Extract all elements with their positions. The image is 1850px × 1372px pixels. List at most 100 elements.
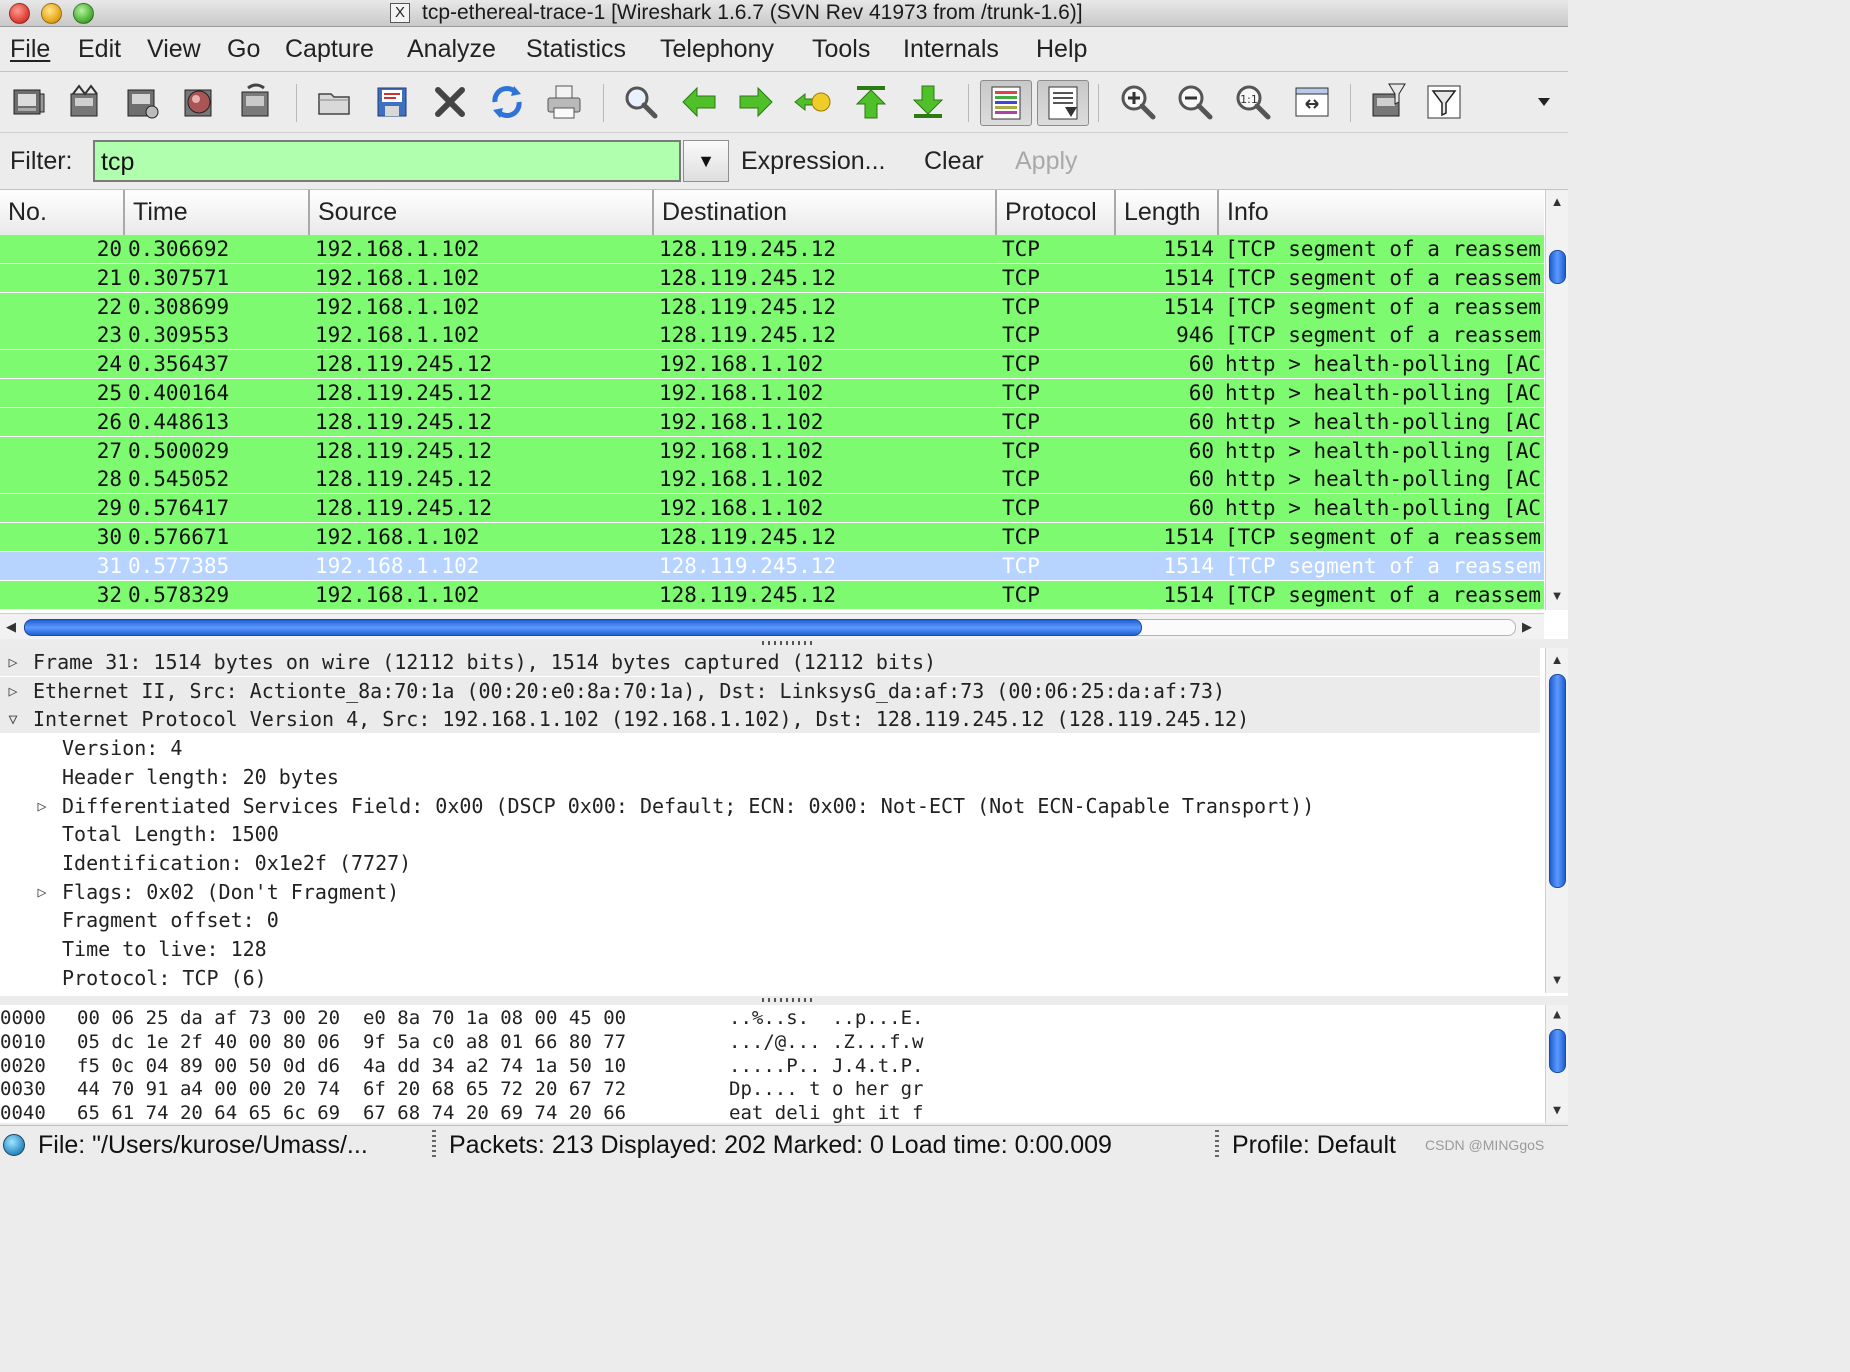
open-file-icon[interactable] — [313, 80, 357, 124]
packet-row[interactable]: 27 0.500029 128.119.245.12 192.168.1.102 TCP… — [0, 436, 1544, 466]
menu-analyze[interactable]: Analyze — [407, 35, 496, 64]
splitter-grip[interactable] — [762, 641, 814, 645]
hex-bytes[interactable]: f5 0c 04 89 00 50 0d d6 4a dd 34 a2 74 1… — [77, 1054, 626, 1078]
hex-offset[interactable]: 0020 — [0, 1054, 46, 1078]
packet-row[interactable]: 23 0.309553 192.168.1.102 128.119.245.12 TCP… — [0, 321, 1544, 351]
close-file-icon[interactable] — [428, 80, 472, 124]
status-file[interactable]: File: "/Users/kurose/Umass/... — [30, 1129, 430, 1161]
find-packet-icon[interactable] — [619, 80, 663, 124]
menu-help[interactable]: Help — [1036, 35, 1087, 64]
pane-splitter[interactable] — [0, 996, 1568, 1005]
go-forward-icon[interactable] — [734, 80, 778, 124]
save-file-icon[interactable] — [370, 80, 414, 124]
detail-tree-item[interactable]: ▷ Frame 31: 1514 bytes on wire (12112 bit… — [0, 648, 1540, 676]
menu-capture[interactable]: Capture — [285, 35, 374, 64]
status-profile[interactable]: Profile: Default — [1224, 1129, 1424, 1161]
hex-offset[interactable]: 0040 — [0, 1101, 46, 1125]
packet-row[interactable]: 32 0.578329 192.168.1.102 128.119.245.12 TCP… — [0, 580, 1544, 610]
menu-telephony[interactable]: Telephony — [660, 35, 774, 64]
expression-button[interactable]: Expression... — [741, 147, 886, 176]
go-to-packet-icon[interactable] — [791, 80, 835, 124]
menu-edit[interactable]: Edit — [78, 35, 121, 64]
detail-tree-item[interactable]: Protocol: TCP (6) — [0, 964, 1540, 992]
detail-tree-item[interactable]: ▷ Ethernet II, Src: Actionte_8a:70:1a (00… — [0, 676, 1540, 705]
pane-splitter[interactable] — [0, 639, 1568, 648]
menu-view[interactable]: View — [147, 35, 201, 64]
packet-row[interactable]: 29 0.576417 128.119.245.12 192.168.1.102 TCP… — [0, 494, 1544, 524]
colorize-icon[interactable] — [980, 80, 1032, 126]
capture-filters-icon[interactable] — [1365, 80, 1409, 124]
scrollbar-thumb[interactable] — [1549, 1029, 1566, 1073]
hex-ascii[interactable]: eat deli ght it f — [729, 1101, 923, 1125]
resize-columns-icon[interactable] — [1290, 80, 1334, 124]
hex-offset[interactable]: 0030 — [0, 1077, 46, 1101]
packet-row[interactable]: 21 0.307571 192.168.1.102 128.119.245.12 TCP… — [0, 263, 1544, 293]
column-header-destination[interactable]: Destination — [654, 190, 997, 235]
bytes-vertical-scrollbar[interactable]: ▲ ▼ — [1545, 1005, 1568, 1123]
collapsed-triangle-icon[interactable]: ▷ — [33, 878, 51, 906]
scroll-down-icon[interactable]: ▼ — [1546, 972, 1568, 987]
detail-tree-item[interactable]: Identification: 0x1e2f (7727) — [0, 849, 1540, 877]
zoom-in-icon[interactable] — [1116, 80, 1160, 124]
collapsed-triangle-icon[interactable]: ▷ — [4, 677, 22, 705]
packet-row-selected[interactable]: 31 0.577385 192.168.1.102 128.119.245.12 TCP… — [0, 551, 1544, 581]
hex-bytes[interactable]: 65 61 74 20 64 65 6c 69 67 68 74 20 69 7… — [77, 1101, 626, 1125]
apply-button[interactable]: Apply — [1015, 147, 1078, 176]
hex-offset[interactable]: 0010 — [0, 1030, 46, 1054]
restart-capture-icon[interactable] — [234, 80, 278, 124]
start-capture-icon[interactable] — [120, 80, 164, 124]
detail-tree-item[interactable]: ▽ Internet Protocol Version 4, Src: 192.1… — [0, 705, 1540, 734]
toolbar-overflow-icon[interactable] — [1522, 80, 1566, 124]
collapsed-triangle-icon[interactable]: ▷ — [33, 792, 51, 820]
status-divider[interactable] — [432, 1130, 436, 1160]
normal-size-icon[interactable]: 1:1 — [1231, 80, 1275, 124]
column-header-info[interactable]: Info — [1219, 190, 1544, 235]
column-header-time[interactable]: Time — [125, 190, 310, 235]
zoom-window-button[interactable] — [73, 3, 94, 24]
interface-list-icon[interactable] — [6, 80, 50, 124]
detail-tree-item[interactable]: Fragment offset: 0 — [0, 906, 1540, 934]
hex-bytes[interactable]: 44 70 91 a4 00 00 20 74 6f 20 68 65 72 2… — [77, 1077, 626, 1101]
packet-row[interactable]: 22 0.308699 192.168.1.102 128.119.245.12 TCP… — [0, 292, 1544, 322]
first-packet-icon[interactable] — [849, 80, 893, 124]
detail-tree-item[interactable]: Header length: 20 bytes — [0, 763, 1540, 791]
packet-list-horizontal-scrollbar[interactable]: ◀ ▶ — [0, 613, 1544, 640]
go-back-icon[interactable] — [677, 80, 721, 124]
hex-ascii[interactable]: .../@... .Z...f.w — [729, 1030, 923, 1054]
scrollbar-thumb[interactable] — [1549, 250, 1566, 284]
hex-ascii[interactable]: .....P.. J.4.t.P. — [729, 1054, 923, 1078]
scroll-up-icon[interactable]: ▲ — [1546, 652, 1568, 667]
packet-list-vertical-scrollbar[interactable]: ▲ ▼ — [1545, 190, 1568, 610]
details-vertical-scrollbar[interactable]: ▲ ▼ — [1545, 648, 1568, 993]
packet-row[interactable]: 20 0.306692 192.168.1.102 128.119.245.12 TCP… — [0, 235, 1544, 264]
menu-tools[interactable]: Tools — [812, 35, 870, 64]
zoom-out-icon[interactable] — [1173, 80, 1217, 124]
expert-info-icon[interactable] — [3, 1134, 25, 1156]
column-header-protocol[interactable]: Protocol — [997, 190, 1116, 235]
packet-row[interactable]: 26 0.448613 128.119.245.12 192.168.1.102 TCP… — [0, 407, 1544, 437]
scroll-down-icon[interactable]: ▼ — [1546, 588, 1568, 603]
last-packet-icon[interactable] — [906, 80, 950, 124]
hex-ascii[interactable]: Dp.... t o her gr — [729, 1077, 923, 1101]
scroll-left-icon[interactable]: ◀ — [2, 619, 20, 635]
filter-history-dropdown[interactable]: ▼ — [683, 140, 729, 182]
menu-statistics[interactable]: Statistics — [526, 35, 626, 64]
menu-file[interactable]: File — [10, 35, 50, 64]
display-filters-icon[interactable] — [1422, 80, 1466, 124]
scroll-up-icon[interactable]: ▲ — [1546, 194, 1568, 209]
scrollbar-thumb[interactable] — [24, 619, 1142, 636]
scroll-up-icon[interactable]: ▲ — [1546, 1007, 1568, 1022]
detail-tree-item[interactable]: Time to live: 128 — [0, 935, 1540, 963]
column-header-no[interactable]: No. — [0, 190, 125, 235]
detail-tree-item[interactable]: Total Length: 1500 — [0, 820, 1540, 848]
packet-row[interactable]: 25 0.400164 128.119.245.12 192.168.1.102 TCP… — [0, 379, 1544, 408]
splitter-grip[interactable] — [762, 998, 814, 1002]
hex-ascii[interactable]: ..%..s. ..p...E. — [729, 1006, 923, 1030]
hex-bytes[interactable]: 05 dc 1e 2f 40 00 80 06 9f 5a c0 a8 01 6… — [77, 1030, 626, 1054]
scroll-down-icon[interactable]: ▼ — [1546, 1103, 1568, 1118]
detail-tree-item[interactable]: ▷ Flags: 0x02 (Don't Fragment) — [0, 878, 1540, 906]
column-header-source[interactable]: Source — [310, 190, 654, 235]
reload-icon[interactable] — [485, 80, 529, 124]
stop-capture-icon[interactable] — [177, 80, 221, 124]
hex-bytes[interactable]: 00 06 25 da af 73 00 20 e0 8a 70 1a 08 0… — [77, 1006, 626, 1030]
